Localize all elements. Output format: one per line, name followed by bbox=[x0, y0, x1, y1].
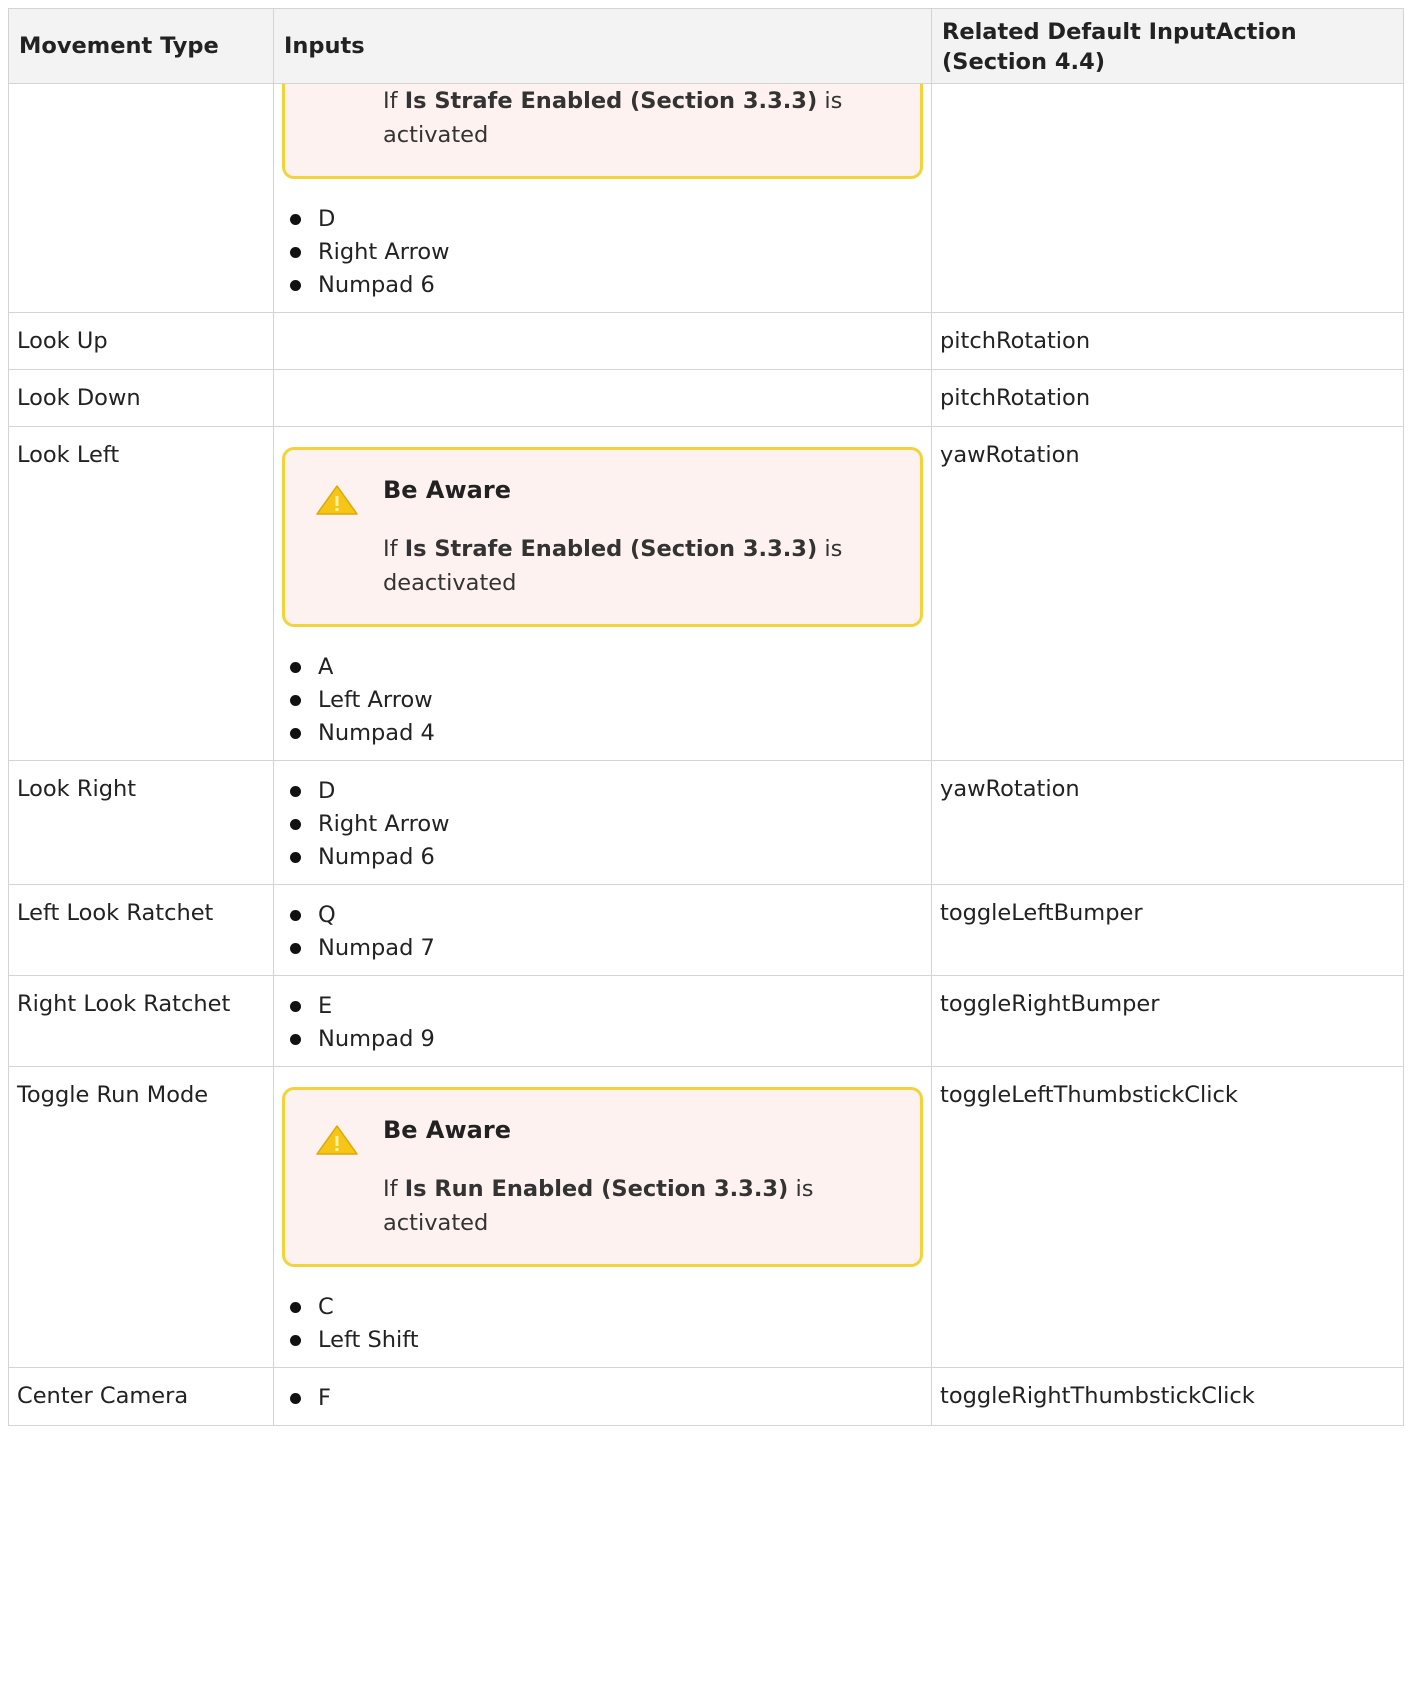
inputs-cell: E Numpad 9 bbox=[273, 975, 932, 1067]
table-row: Look Down pitchRotation bbox=[8, 369, 1404, 427]
input-key-item: Numpad 7 bbox=[290, 932, 923, 965]
be-aware-title: Be Aware bbox=[383, 476, 511, 504]
input-key-item: Numpad 9 bbox=[290, 1023, 923, 1056]
movement-type-cell: Look Left bbox=[8, 426, 274, 761]
table-row: Left Look Ratchet Q Numpad 7 toggleLeftBump… bbox=[8, 884, 1404, 976]
header-movement-type: Movement Type bbox=[8, 8, 274, 84]
be-aware-setting: Is Strafe Enabled (Section 3.3.3) bbox=[404, 88, 818, 114]
be-aware-title: Be Aware bbox=[383, 1116, 511, 1144]
input-key-item: Right Arrow bbox=[290, 236, 923, 269]
movement-keymap-table: Movement Type Inputs Related Default Inp… bbox=[8, 8, 1404, 1426]
related-action-cell bbox=[931, 83, 1404, 313]
table-body: If Is Strafe Enabled (Section 3.3.3) is … bbox=[8, 83, 1404, 1426]
table-row: Look Left Be Aware If Is Strafe Enabled (S… bbox=[8, 426, 1404, 761]
input-key-item: Left Shift bbox=[290, 1324, 923, 1357]
be-aware-callout: Be Aware If Is Strafe Enabled (Section 3.… bbox=[282, 447, 923, 627]
related-action-cell: pitchRotation bbox=[931, 312, 1404, 370]
be-aware-prefix: If bbox=[383, 536, 405, 562]
movement-type-cell bbox=[8, 83, 274, 313]
input-key-list: F bbox=[282, 1382, 923, 1415]
movement-type-cell: Right Look Ratchet bbox=[8, 975, 274, 1067]
warning-triangle-icon bbox=[315, 1124, 359, 1156]
table-row: Right Look Ratchet E Numpad 9 toggleRightBu… bbox=[8, 975, 1404, 1067]
inputs-cell: Q Numpad 7 bbox=[273, 884, 932, 976]
related-action-cell: toggleLeftBumper bbox=[931, 884, 1404, 976]
be-aware-prefix: If bbox=[383, 88, 405, 114]
input-key-item: Left Arrow bbox=[290, 684, 923, 717]
input-key-item: Numpad 6 bbox=[290, 841, 923, 874]
input-key-item: Numpad 6 bbox=[290, 269, 923, 302]
input-key-list: A Left Arrow Numpad 4 bbox=[282, 651, 923, 750]
input-key-item: F bbox=[290, 1382, 923, 1415]
movement-type-cell: Toggle Run Mode bbox=[8, 1066, 274, 1368]
related-action-cell: pitchRotation bbox=[931, 369, 1404, 427]
input-key-list: C Left Shift bbox=[282, 1291, 923, 1357]
input-key-item: C bbox=[290, 1291, 923, 1324]
be-aware-setting: Is Strafe Enabled (Section 3.3.3) bbox=[404, 536, 818, 562]
related-action-cell: yawRotation bbox=[931, 426, 1404, 761]
inputs-cell bbox=[273, 312, 932, 370]
movement-type-cell: Look Down bbox=[8, 369, 274, 427]
be-aware-setting: Is Run Enabled (Section 3.3.3) bbox=[404, 1176, 789, 1202]
related-action-cell: toggleLeftThumbstickClick bbox=[931, 1066, 1404, 1368]
inputs-cell: D Right Arrow Numpad 6 bbox=[273, 760, 932, 885]
input-key-item: Q bbox=[290, 899, 923, 932]
keymap-table-wrapper: Movement Type Inputs Related Default Inp… bbox=[8, 8, 1404, 1426]
input-key-list: D Right Arrow Numpad 6 bbox=[282, 203, 923, 302]
input-key-item: D bbox=[290, 203, 923, 236]
movement-type-cell: Look Up bbox=[8, 312, 274, 370]
header-related-action: Related Default InputAction (Section 4.4… bbox=[931, 8, 1404, 84]
input-key-item: E bbox=[290, 990, 923, 1023]
table-row: Look Right D Right Arrow Numpad 6 yawRotatio… bbox=[8, 760, 1404, 885]
inputs-cell: Be Aware If Is Run Enabled (Section 3.3.3… bbox=[273, 1066, 932, 1368]
warning-triangle-icon bbox=[315, 484, 359, 516]
input-key-list: E Numpad 9 bbox=[282, 990, 923, 1056]
related-action-cell: toggleRightBumper bbox=[931, 975, 1404, 1067]
input-key-item: Numpad 4 bbox=[290, 717, 923, 750]
table-row: Look Up pitchRotation bbox=[8, 312, 1404, 370]
inputs-cell: F bbox=[273, 1367, 932, 1426]
input-key-list: Q Numpad 7 bbox=[282, 899, 923, 965]
inputs-cell: If Is Strafe Enabled (Section 3.3.3) is … bbox=[273, 83, 932, 313]
inputs-cell: Be Aware If Is Strafe Enabled (Section 3.… bbox=[273, 426, 932, 761]
inputs-cell bbox=[273, 369, 932, 427]
header-inputs: Inputs bbox=[273, 8, 932, 84]
movement-type-cell: Look Right bbox=[8, 760, 274, 885]
movement-type-cell: Left Look Ratchet bbox=[8, 884, 274, 976]
table-row: Center Camera FtoggleRightThumbstickClick bbox=[8, 1367, 1404, 1426]
input-key-list: D Right Arrow Numpad 6 bbox=[282, 775, 923, 874]
input-key-item: Right Arrow bbox=[290, 808, 923, 841]
movement-type-cell: Center Camera bbox=[8, 1367, 274, 1426]
be-aware-callout: If Is Strafe Enabled (Section 3.3.3) is … bbox=[282, 84, 923, 179]
related-action-cell: yawRotation bbox=[931, 760, 1404, 885]
table-row: Toggle Run Mode Be Aware If Is Run Enabled… bbox=[8, 1066, 1404, 1368]
input-key-item: D bbox=[290, 775, 923, 808]
table-header-row: Movement Type Inputs Related Default Inp… bbox=[8, 8, 1404, 84]
be-aware-text: If Is Run Enabled (Section 3.3.3) is act… bbox=[383, 1172, 900, 1240]
be-aware-text: If Is Strafe Enabled (Section 3.3.3) is … bbox=[383, 84, 900, 152]
table-row: If Is Strafe Enabled (Section 3.3.3) is … bbox=[8, 83, 1404, 313]
be-aware-prefix: If bbox=[383, 1176, 405, 1202]
input-key-item: A bbox=[290, 651, 923, 684]
be-aware-text: If Is Strafe Enabled (Section 3.3.3) is … bbox=[383, 532, 900, 600]
related-action-cell: toggleRightThumbstickClick bbox=[931, 1367, 1404, 1426]
be-aware-callout: Be Aware If Is Run Enabled (Section 3.3.3… bbox=[282, 1087, 923, 1267]
